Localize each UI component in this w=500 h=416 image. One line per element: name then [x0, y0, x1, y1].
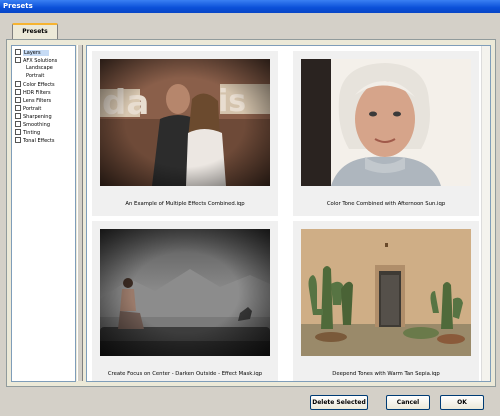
tree-item[interactable]: Portrait — [15, 105, 41, 112]
checkbox-icon[interactable] — [15, 49, 21, 55]
tree-item[interactable]: Landscape — [26, 65, 53, 72]
woman-on-log-mountains-photo — [100, 229, 270, 356]
cancel-button[interactable]: Cancel — [386, 395, 430, 410]
checkbox-icon[interactable] — [15, 113, 21, 119]
checkbox-icon[interactable] — [15, 121, 21, 127]
gallery-scrollbar[interactable] — [481, 46, 490, 381]
couple-graffiti-photo: da is — [100, 59, 270, 186]
checkbox-icon[interactable] — [15, 57, 21, 63]
checkbox-icon[interactable] — [15, 137, 21, 143]
tree-item[interactable]: Sharpening — [15, 113, 52, 120]
tree-item[interactable]: Tonal Effects — [15, 137, 54, 144]
tree-item-label: Portrait — [26, 73, 45, 79]
checkbox-icon[interactable] — [15, 129, 21, 135]
tree-item[interactable]: Layers — [15, 49, 49, 56]
title-bar: Presets — [0, 0, 500, 13]
tree-item-label: Tonal Effects — [23, 138, 55, 144]
window-title: Presets — [3, 2, 33, 10]
preset-caption: Color Tone Combined with Afternoon Sun.i… — [326, 201, 446, 207]
tree-item[interactable]: AFX Solutions — [15, 57, 57, 64]
ok-button[interactable]: OK — [440, 395, 484, 410]
tree-item-label: Smoothing — [23, 122, 51, 128]
tree-item-label: Sharpening — [23, 114, 52, 120]
category-tree[interactable]: Layers AFX Solutions Landscape Portrait Colo… — [11, 45, 76, 382]
tree-item[interactable]: Color Effects — [15, 81, 55, 88]
preset-card[interactable]: Create Focus on Center - Darken Outside … — [92, 221, 278, 381]
checkbox-icon[interactable] — [15, 97, 21, 103]
tree-item-label: AFX Solutions — [23, 58, 58, 64]
tree-item-label: HDR Filters — [23, 90, 51, 96]
elderly-woman-portrait-photo — [301, 59, 471, 186]
tree-item[interactable]: Tinting — [15, 129, 40, 136]
preset-caption: Deepend Tones with Warm Tan Sepia.iqp — [332, 371, 440, 377]
tree-item-label: Lens Filters — [23, 98, 52, 104]
dialog-body: Presets Layers AFX Solutions Landscape Port… — [0, 13, 500, 416]
tab-presets[interactable]: Presets — [12, 23, 58, 40]
checkbox-icon[interactable] — [15, 89, 21, 95]
tree-item-label: Layers — [23, 50, 49, 56]
preset-caption: Create Focus on Center - Darken Outside … — [107, 371, 263, 377]
tree-item-label: Color Effects — [23, 82, 55, 88]
preset-card[interactable]: Deepend Tones with Warm Tan Sepia.iqp — [293, 221, 479, 381]
tree-item[interactable]: Lens Filters — [15, 97, 51, 104]
tree-item[interactable]: Smoothing — [15, 121, 50, 128]
preset-card[interactable]: Color Tone Combined with Afternoon Sun.i… — [293, 51, 479, 216]
preset-caption: An Example of Multiple Effects Combined.… — [125, 201, 245, 207]
checkbox-icon[interactable] — [15, 105, 21, 111]
preset-gallery[interactable]: da is An Example of Multiple Effects Com… — [86, 45, 491, 382]
tree-item-label: Portrait — [23, 106, 42, 112]
presets-panel: Layers AFX Solutions Landscape Portrait Colo… — [6, 39, 496, 387]
delete-selected-button[interactable]: Delete Selected — [310, 395, 368, 410]
preset-card[interactable]: da is An Example of Multiple Effects Com… — [92, 51, 278, 216]
tree-item[interactable]: HDR Filters — [15, 89, 51, 96]
tree-item-label: Landscape — [26, 65, 53, 71]
tab-presets-label: Presets — [22, 28, 48, 35]
tree-item[interactable]: Portrait — [26, 73, 44, 80]
splitter[interactable] — [77, 45, 83, 381]
checkbox-icon[interactable] — [15, 81, 21, 87]
tree-item-label: Tinting — [23, 130, 41, 136]
adobe-house-cactus-photo — [301, 229, 471, 356]
